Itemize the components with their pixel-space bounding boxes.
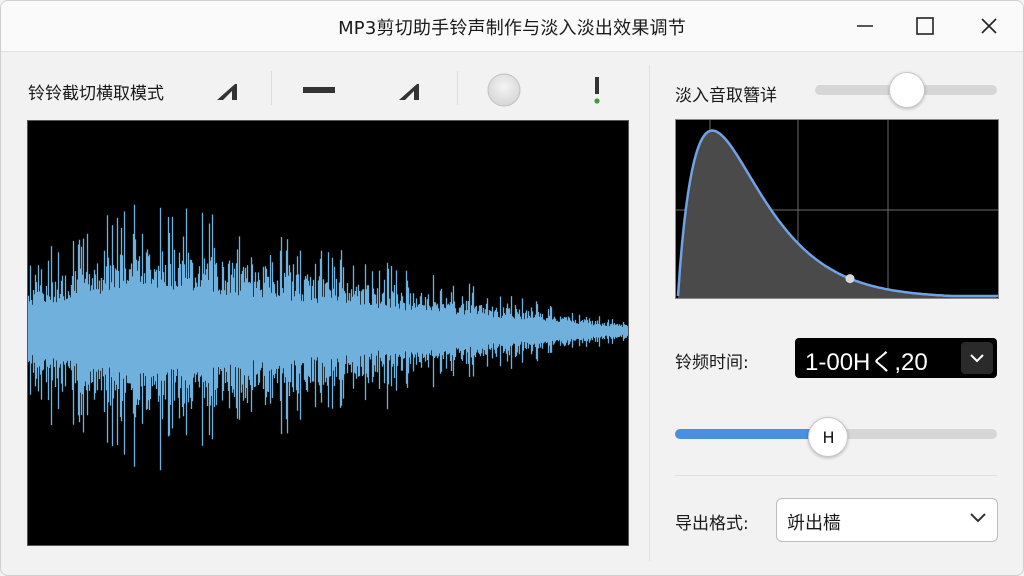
fade-curve-graph[interactable] bbox=[675, 119, 999, 299]
panel-divider bbox=[649, 65, 650, 561]
ringtone-freq-dropdown-button[interactable] bbox=[961, 342, 993, 374]
position-knob-label: H bbox=[822, 427, 835, 447]
flat-line-tool-icon bbox=[303, 87, 335, 93]
maximize-icon bbox=[916, 17, 934, 35]
fade-curve-handle[interactable] bbox=[845, 274, 855, 284]
fade-in-tool-icon bbox=[217, 84, 237, 100]
record-button[interactable] bbox=[485, 71, 523, 109]
position-slider-knob[interactable]: H bbox=[808, 417, 849, 457]
minimize-button[interactable] bbox=[843, 9, 887, 43]
fade-in-label: 淡入音取簪详 bbox=[675, 86, 777, 106]
record-circle-icon bbox=[487, 73, 521, 107]
flat-line-tool-button[interactable] bbox=[299, 73, 339, 107]
fade-curve-graphic bbox=[676, 120, 998, 298]
chevron-down-icon bbox=[970, 513, 986, 523]
ringtone-freq-label: 铃频时间: bbox=[675, 353, 749, 373]
chevron-down-icon bbox=[970, 354, 984, 363]
position-slider-fill bbox=[675, 429, 828, 439]
ringtone-freq-field[interactable]: 1-00Hく,20 bbox=[795, 338, 997, 378]
toolbar-separator bbox=[271, 71, 272, 105]
waveform-path bbox=[27, 204, 629, 471]
export-format-label: 导出格式: bbox=[675, 514, 749, 534]
export-format-value: 竔出樯 bbox=[787, 513, 841, 534]
export-format-select[interactable]: 竔出樯 bbox=[776, 498, 998, 542]
toolbar-separator bbox=[457, 71, 458, 105]
maximize-button[interactable] bbox=[903, 9, 947, 43]
ringtone-freq-value: 1-00Hく,20 bbox=[805, 349, 928, 376]
close-button[interactable] bbox=[967, 9, 1011, 43]
waveform-graphic bbox=[27, 204, 629, 471]
fade-in-tool-button[interactable] bbox=[209, 73, 245, 107]
waveform-display[interactable] bbox=[27, 120, 629, 546]
alert-exclamation-icon bbox=[594, 77, 600, 104]
mode-label: 铃铃截切横取模式 bbox=[28, 84, 164, 104]
close-icon bbox=[981, 18, 997, 34]
fade-in-slider-knob[interactable] bbox=[889, 72, 925, 108]
fade-out-tool-button[interactable] bbox=[391, 73, 427, 107]
minimize-icon bbox=[857, 25, 873, 27]
title-bar: MP3剪切助手铃声制作与淡入淡出效果调节 bbox=[1, 1, 1023, 52]
fade-out-tool-icon bbox=[399, 84, 419, 100]
section-divider bbox=[675, 475, 997, 476]
alert-button[interactable] bbox=[585, 73, 609, 107]
app-window: MP3剪切助手铃声制作与淡入淡出效果调节 铃铃截切横取模式 淡入音取簪详 铃频时… bbox=[0, 0, 1024, 576]
